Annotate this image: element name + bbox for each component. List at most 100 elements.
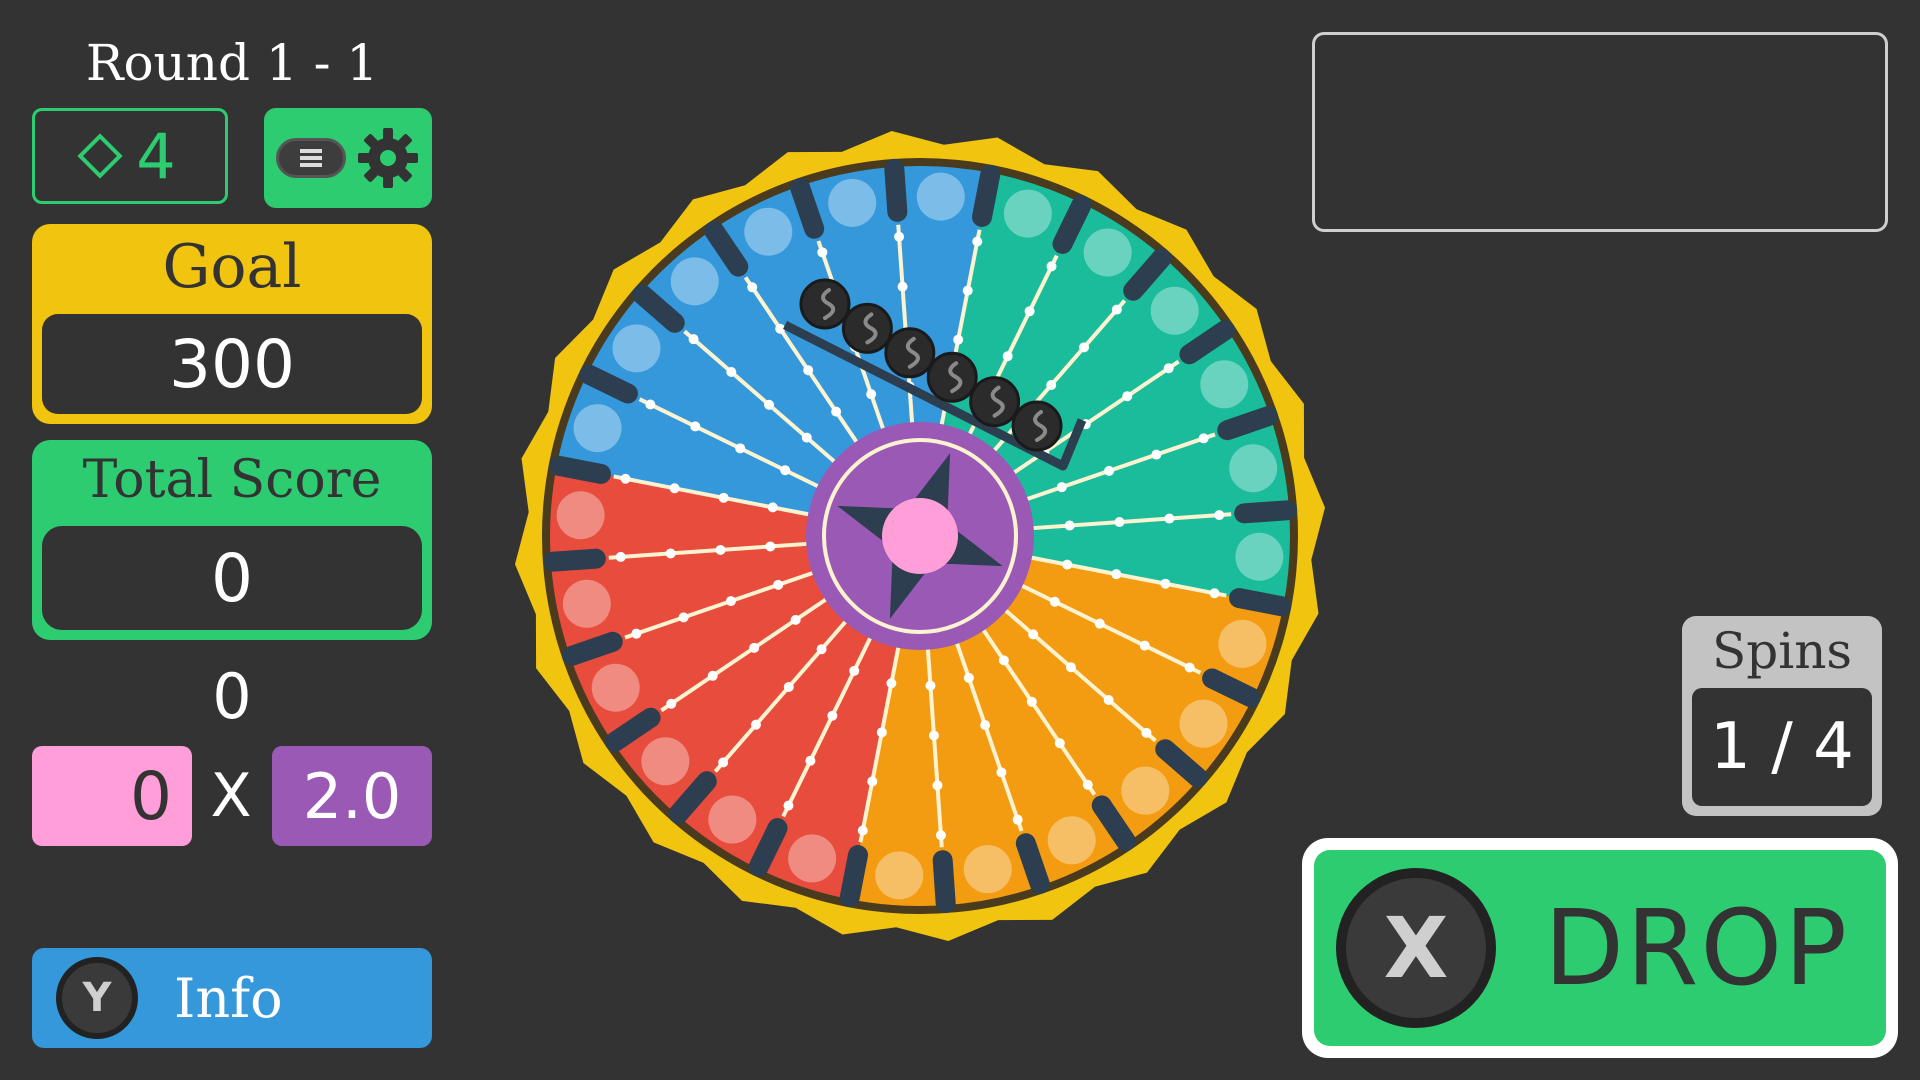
ball	[969, 376, 1021, 428]
peg-dot	[1046, 261, 1057, 272]
peg-dot	[925, 680, 936, 691]
peg-dot	[1104, 465, 1115, 476]
peg-dot	[935, 830, 946, 841]
peg-dot	[998, 655, 1009, 666]
peg-dot	[1163, 363, 1174, 374]
pocket-marker	[963, 845, 1012, 894]
pocket-marker	[708, 795, 757, 844]
ball	[884, 327, 936, 379]
peg-dot	[980, 720, 991, 731]
divider-peg	[884, 158, 908, 222]
base-score: 0	[32, 746, 192, 846]
y-button-icon: Y	[56, 957, 138, 1039]
goal-label: Goal	[162, 232, 302, 302]
peg-dot	[963, 672, 974, 683]
peg-dot	[831, 406, 842, 417]
pocket-marker	[556, 491, 605, 540]
divider-peg	[839, 845, 868, 908]
peg-dot	[790, 614, 801, 625]
pocket-marker	[1083, 228, 1132, 277]
peg-dot	[816, 644, 827, 655]
multiply-sign: X	[210, 761, 252, 831]
divider-peg	[562, 631, 623, 666]
peg-dot	[726, 366, 737, 377]
peg-dot	[817, 247, 828, 258]
peg-dot	[669, 483, 680, 494]
pending-score: 0	[212, 660, 252, 733]
divider-peg	[542, 548, 606, 572]
peg-dot	[1026, 696, 1037, 707]
hub-center	[882, 498, 958, 574]
pocket-marker	[1235, 532, 1284, 581]
info-label: Info	[174, 966, 283, 1030]
gem-counter: 4	[32, 108, 228, 204]
peg-dot	[1062, 559, 1073, 570]
peg-dot	[1139, 640, 1150, 651]
pocket-marker	[591, 663, 640, 712]
gem-count: 4	[136, 119, 176, 193]
peg-dot	[1114, 517, 1125, 528]
pocket-marker	[670, 257, 719, 306]
peg-dot	[1214, 510, 1225, 521]
menu-icon[interactable]	[276, 138, 346, 178]
x-button-icon: X	[1336, 868, 1496, 1028]
peg-dot	[1209, 588, 1220, 599]
peg-dot	[1164, 513, 1175, 524]
divider-peg	[1234, 500, 1298, 524]
total-score-panel: Total Score 0	[32, 440, 432, 640]
peg-dot	[866, 389, 877, 400]
peg-dot	[953, 334, 964, 345]
peg-dot	[894, 231, 905, 242]
drop-button[interactable]: X DROP	[1302, 838, 1898, 1058]
pocket-marker	[788, 834, 837, 883]
pocket-marker	[1179, 699, 1228, 748]
pocket-marker	[1150, 286, 1199, 335]
divider-peg	[790, 178, 825, 239]
peg-dot	[1151, 449, 1162, 460]
total-score-value: 0	[42, 526, 422, 630]
menu-settings-button[interactable]	[264, 108, 432, 208]
ball	[841, 302, 893, 354]
peg-dot	[780, 465, 791, 476]
peg-dot	[750, 719, 761, 730]
drop-button-face[interactable]: X DROP	[1314, 850, 1886, 1046]
peg-dot	[718, 492, 729, 503]
peg-dot	[783, 800, 794, 811]
peg-dot	[849, 665, 860, 676]
pocket-marker	[916, 172, 965, 221]
peg-dot	[876, 727, 887, 738]
pocket-marker	[875, 851, 924, 900]
peg-dot	[1094, 618, 1105, 629]
divider-peg	[932, 850, 956, 914]
peg-dot	[767, 502, 778, 513]
peg-dot	[765, 541, 776, 552]
peg-dot	[1111, 569, 1122, 580]
wheel-hub	[806, 422, 1034, 650]
peg-dot	[615, 551, 626, 562]
peg-dot	[1049, 596, 1060, 607]
ball	[799, 278, 851, 330]
peg-dot	[764, 399, 775, 410]
divider-peg	[548, 455, 611, 484]
peg-dot	[932, 780, 943, 791]
peg-dot	[718, 757, 729, 768]
peg-dot	[972, 236, 983, 247]
pocket-marker	[1047, 816, 1096, 865]
peg-dot	[1141, 727, 1152, 738]
peg-dot	[962, 285, 973, 296]
peg-dot	[803, 365, 814, 376]
peg-dot	[747, 282, 758, 293]
pocket-marker	[573, 404, 622, 453]
peg-dot	[665, 548, 676, 559]
peg-dot	[801, 432, 812, 443]
info-button[interactable]: Y Info	[32, 948, 432, 1048]
peg-dot	[749, 642, 760, 653]
peg-dot	[735, 443, 746, 454]
spins-label: Spins	[1711, 622, 1853, 680]
diamond-icon	[77, 133, 123, 179]
peg-dot	[690, 421, 701, 432]
roulette-wheel[interactable]	[510, 126, 1330, 946]
peg-dot	[715, 544, 726, 555]
pocket-marker	[1218, 619, 1267, 668]
gear-icon[interactable]	[356, 126, 420, 190]
